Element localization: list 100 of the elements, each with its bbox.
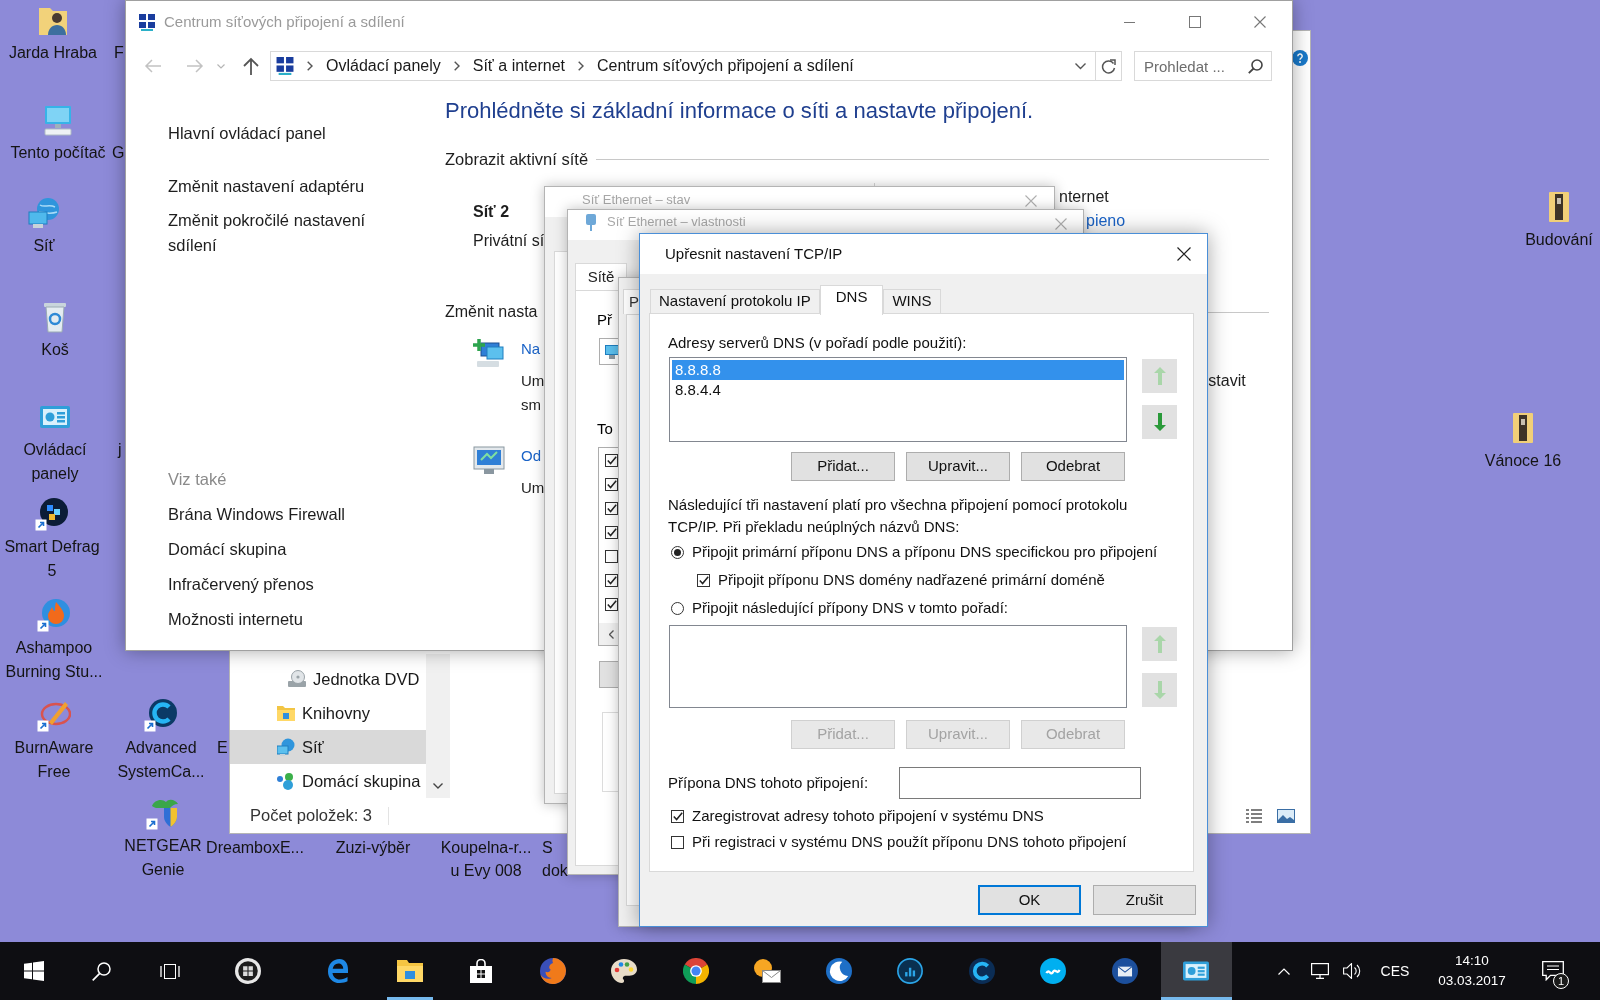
task-link[interactable]: Od: [521, 444, 541, 468]
desktop-shortcut[interactable]: Síť: [4, 196, 84, 258]
nav-item[interactable]: Jednotka DVD: [230, 662, 426, 696]
fox-globe-icon: [539, 958, 566, 984]
details-view-icon: [1246, 808, 1262, 823]
forward-arrow-icon: [186, 59, 204, 73]
desktop-shortcut-label: j: [118, 440, 122, 460]
desktop-shortcut[interactable]: Smart Defrag 5: [0, 497, 104, 583]
radio-button[interactable]: [671, 545, 684, 559]
sidebar-link[interactable]: Změnit nastavení adaptéru: [168, 174, 365, 199]
globe-monitor-icon: [277, 738, 295, 756]
wave-disc-icon: [1040, 958, 1067, 984]
desktop-shortcut[interactable]: Ashampoo Burning Stu...: [2, 598, 106, 684]
shopping-bag-icon: [470, 959, 493, 983]
sidebar-link[interactable]: Brána Windows Firewall: [168, 502, 345, 527]
tab[interactable]: P: [629, 290, 639, 314]
checkbox[interactable]: [605, 597, 618, 611]
sidebar-link[interactable]: Změnit pokročilé nastavení sdílení: [168, 208, 403, 258]
monitor-icon: [605, 344, 619, 359]
desktop-shortcut[interactable]: DreamboxE...: [207, 836, 303, 859]
notification-badge: 1: [1553, 973, 1569, 989]
tab[interactable]: Nastavení protokolu IP: [650, 289, 820, 313]
desktop-shortcut[interactable]: Ovládací panely: [3, 400, 107, 486]
desktop-shortcut[interactable]: Koupelna-r... u Evy 008: [436, 836, 536, 882]
option-label: Při registraci v systému DNS použít příponu DNS tohoto připojení: [692, 831, 1127, 852]
folder-icon: [277, 704, 295, 722]
sidebar-link[interactable]: Možnosti internetu: [168, 607, 303, 632]
section-heading: Zobrazit aktivní sítě: [445, 148, 589, 170]
option-label: Zaregistrovat adresy tohoto připojení v systému DNS: [692, 805, 1044, 826]
checkbox[interactable]: [605, 501, 618, 515]
sidebar-link[interactable]: Hlavní ovládací panel: [168, 121, 326, 146]
checkbox[interactable]: [697, 573, 710, 587]
task-link[interactable]: Na: [521, 337, 541, 361]
id-card-icon: [1183, 960, 1210, 982]
windows-logo-icon: [24, 961, 44, 981]
desktop-shortcut[interactable]: BurnAware Free: [2, 698, 106, 784]
up-arrow-icon: [243, 57, 259, 75]
tab[interactable]: WINS: [883, 289, 941, 313]
radio-button[interactable]: [671, 601, 684, 615]
task-description: Um: [521, 371, 545, 391]
dns-server-list[interactable]: 8.8.8.8 8.8.4.4: [669, 357, 1127, 442]
taskbar-app-button[interactable]: [1160, 942, 1232, 1000]
button[interactable]: Upravit...: [906, 452, 1010, 481]
network-category: Privátní sí: [473, 231, 545, 251]
scrollbar[interactable]: [426, 654, 450, 798]
checkbox[interactable]: [605, 453, 618, 467]
desktop-shortcut[interactable]: Vánoce 16: [1483, 411, 1563, 473]
checkbox[interactable]: [605, 477, 618, 491]
move-down-button[interactable]: [1142, 405, 1177, 439]
desktop-shortcut[interactable]: Tento počítač: [6, 103, 110, 165]
checkbox[interactable]: [671, 809, 684, 823]
checkmark-icon: [606, 527, 617, 537]
grid-ring-icon: [234, 958, 261, 984]
thumbnail-view-icon: [1277, 808, 1295, 823]
button[interactable]: Přidat...: [791, 452, 895, 481]
c-ring-icon: [144, 698, 178, 732]
input-field[interactable]: [899, 767, 1141, 799]
address-bar[interactable]: Ovládací panely Síť a internet Centrum síťových připojení a sdílení: [270, 51, 1122, 81]
desktop-shortcut[interactable]: NETGEAR Genie: [119, 796, 207, 882]
nav-item[interactable]: Knihovny: [230, 696, 426, 730]
nav-item[interactable]: Síť: [230, 730, 426, 764]
add-monitor-icon: [473, 337, 505, 369]
close-icon: [1055, 218, 1067, 230]
notification-button[interactable]: 1: [1530, 942, 1576, 1000]
sidebar-link[interactable]: Infračervený přenos: [168, 572, 314, 597]
chevron-icon: [578, 61, 584, 71]
breadcrumb-item[interactable]: Ovládací panely: [326, 54, 441, 78]
search-icon: [91, 961, 111, 981]
sidebar-link[interactable]: Domácí skupina: [168, 537, 287, 562]
search-field[interactable]: Prohledat ...: [1134, 51, 1272, 81]
desktop-shortcut[interactable]: Jarda Hraba: [1, 3, 105, 65]
language-indicator[interactable]: CES: [1372, 942, 1418, 1000]
suffix-list[interactable]: [669, 625, 1127, 708]
desktop-shortcut-label: E: [217, 738, 228, 758]
down-arrow-icon: [1153, 413, 1166, 431]
tab[interactable]: DNS: [819, 285, 884, 315]
desktop-shortcut[interactable]: Budování: [1519, 190, 1599, 252]
checkbox[interactable]: [605, 573, 618, 587]
connection-link[interactable]: pieno: [1086, 209, 1126, 233]
nav-item[interactable]: Domácí skupina: [230, 764, 426, 798]
desktop-shortcut[interactable]: Koš: [15, 300, 95, 362]
caret-icon: [217, 63, 225, 69]
close-button[interactable]: [1055, 218, 1067, 230]
clock[interactable]: 14:10 03.03.2017: [1430, 942, 1514, 1000]
button[interactable]: Odebrat: [1021, 452, 1125, 481]
window-title: Síť Ethernet – vlastnosti: [607, 214, 746, 230]
checkbox[interactable]: [671, 835, 684, 849]
breadcrumb-item[interactable]: Centrum síťových připojení a sdílení: [597, 54, 854, 78]
button[interactable]: Zrušit: [1093, 885, 1196, 915]
checkbox[interactable]: [605, 549, 618, 563]
breadcrumb-item[interactable]: Síť a internet: [472, 54, 565, 78]
list-item[interactable]: 8.8.4.4: [672, 380, 1124, 400]
checkbox[interactable]: [605, 525, 618, 539]
desktop-shortcut[interactable]: Advanced SystemCa...: [109, 698, 213, 784]
field-label: Přípona DNS tohoto připojení:: [668, 772, 869, 793]
desktop-shortcut[interactable]: Zuzi-výběr: [328, 836, 418, 859]
button[interactable]: OK: [978, 885, 1081, 915]
close-icon: [1177, 247, 1191, 261]
scroll-left-icon: [609, 629, 614, 639]
access-type: nternet: [1059, 187, 1109, 207]
